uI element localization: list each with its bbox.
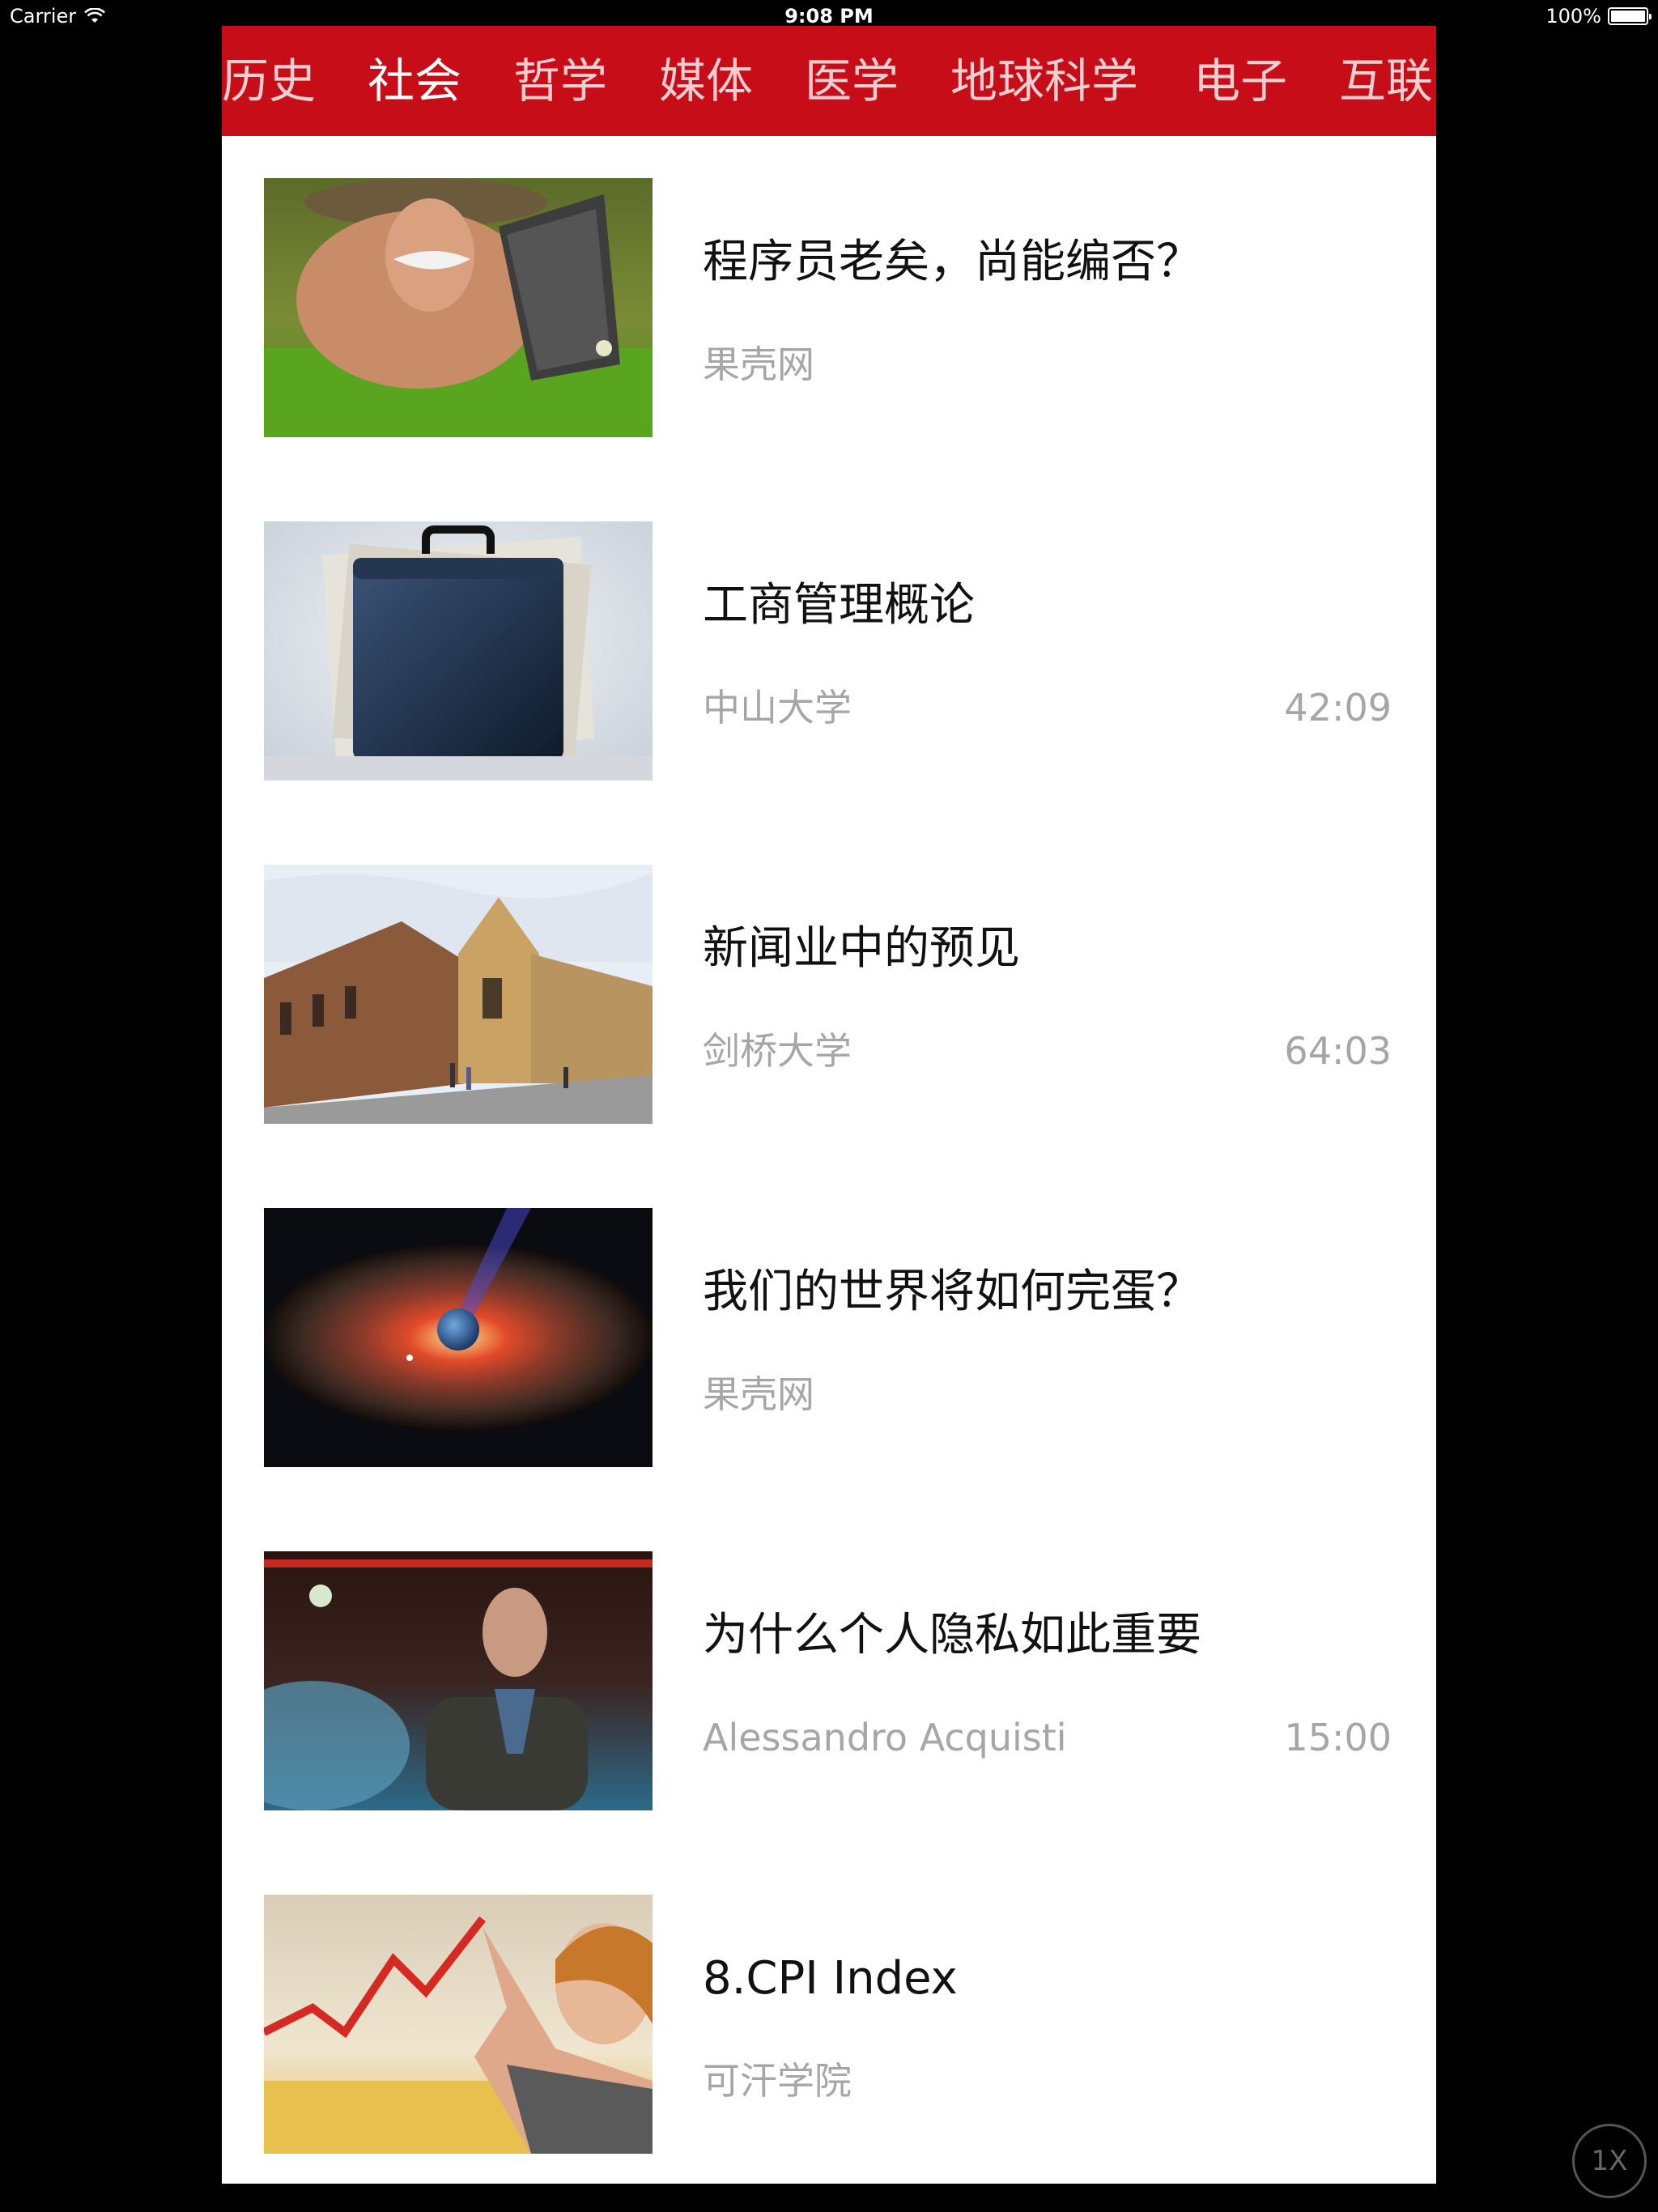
status-time: 9:08 PM <box>784 5 874 28</box>
speaker-stage-image <box>264 1551 653 1810</box>
tab-media[interactable]: 媒体 <box>659 50 753 112</box>
tab-electronics[interactable]: 电子 <box>1193 50 1287 112</box>
item-source: 可汗学院 <box>703 2059 852 2103</box>
item-title: 8.CPI Index <box>703 1952 958 2005</box>
battery-icon <box>1608 7 1652 25</box>
thumbnail-image <box>264 178 653 437</box>
list-item[interactable]: 工商管理概论 中山大学 42:09 <box>222 521 1436 865</box>
list-item[interactable]: 我们的世界将如何完蛋？ 果壳网 <box>222 1208 1436 1551</box>
tab-earth-science[interactable]: 地球科学 <box>950 50 1138 112</box>
app-window: 历史 社会 哲学 媒体 医学 地球科学 电子 互联 程序员老矣，尚能编否？ 果壳… <box>222 26 1436 2184</box>
item-duration: 15:00 <box>1284 1716 1392 1759</box>
thumbnail-image <box>264 1551 653 1810</box>
item-source: 果壳网 <box>703 342 814 386</box>
tab-internet[interactable]: 互联 <box>1339 50 1433 112</box>
earth-space-image <box>264 1208 653 1467</box>
battery-percent: 100% <box>1545 5 1601 28</box>
item-source: 剑桥大学 <box>703 1029 852 1073</box>
item-duration: 42:09 <box>1284 686 1392 730</box>
thumbnail-image <box>264 865 653 1124</box>
tab-medicine[interactable]: 医学 <box>805 50 899 112</box>
zoom-1x-button[interactable]: 1X <box>1572 2124 1647 2198</box>
tab-history[interactable]: 历史 <box>222 50 316 112</box>
item-title: 程序员老矣，尚能编否？ <box>703 236 1201 288</box>
thumbnail-image <box>264 1208 653 1467</box>
woman-chart-image <box>264 1895 653 2154</box>
item-source: 果壳网 <box>703 1372 814 1416</box>
tab-philosophy[interactable]: 哲学 <box>513 50 607 112</box>
college-building-image <box>264 865 653 1124</box>
list-item[interactable]: 为什么个人隐私如此重要 Alessandro Acquisti 15:00 <box>222 1551 1436 1895</box>
list-item[interactable]: 8.CPI Index 可汗学院 <box>222 1895 1436 2184</box>
item-title: 为什么个人隐私如此重要 <box>703 1609 1201 1661</box>
briefcase-image <box>264 521 653 781</box>
thumbnail-image <box>264 1895 653 2154</box>
item-title: 工商管理概论 <box>703 579 975 632</box>
item-source: Alessandro Acquisti <box>703 1716 1067 1759</box>
thumbnail-image <box>264 521 653 781</box>
list-item[interactable]: 新闻业中的预见 剑桥大学 64:03 <box>222 865 1436 1208</box>
category-tab-bar: 历史 社会 哲学 媒体 医学 地球科学 电子 互联 <box>222 26 1436 136</box>
old-man-laptop-image <box>264 178 653 437</box>
list-item[interactable]: 程序员老矣，尚能编否？ 果壳网 <box>222 178 1436 521</box>
item-title: 我们的世界将如何完蛋？ <box>703 1266 1201 1318</box>
item-title: 新闻业中的预见 <box>703 922 1020 975</box>
item-source: 中山大学 <box>703 686 852 730</box>
item-duration: 64:03 <box>1284 1029 1392 1073</box>
status-right: 100% <box>1545 5 1652 28</box>
tab-society[interactable]: 社会 <box>368 50 461 112</box>
